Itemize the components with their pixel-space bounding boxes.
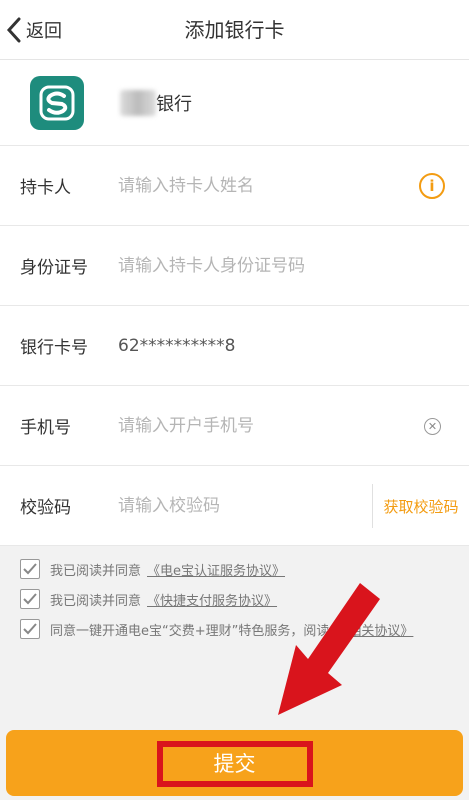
holder-label: 持卡人 xyxy=(20,178,71,198)
agreements: 我已阅读并同意 《电e宝认证服务协议》 我已阅读并同意 《快捷支付服务协议》 同… xyxy=(0,546,469,644)
clear-icon[interactable]: ✕ xyxy=(424,418,441,435)
agreement-link[interactable]: 《电e宝认证服务协议》 xyxy=(147,560,285,579)
agreement-text: 我已阅读并同意 xyxy=(50,593,142,609)
phone-label: 手机号 xyxy=(20,418,71,438)
checkbox-checked[interactable] xyxy=(20,619,40,639)
agreement-item: 我已阅读并同意 《快捷支付服务协议》 xyxy=(0,584,469,614)
code-label: 校验码 xyxy=(20,498,71,518)
back-label: 返回 xyxy=(26,21,62,42)
get-code-button[interactable]: 获取校验码 xyxy=(372,484,469,528)
id-field: 身份证号 xyxy=(0,226,469,306)
bank-name: 中国银行 xyxy=(120,89,192,116)
card-label: 银行卡号 xyxy=(20,338,88,358)
card-number-value[interactable]: 62**********8 xyxy=(118,336,235,356)
back-button[interactable]: 返回 xyxy=(6,14,62,46)
checkbox-checked[interactable] xyxy=(20,559,40,579)
header: 返回 添加银行卡 xyxy=(0,0,469,60)
agreement-text: 我已阅读并同意 xyxy=(50,563,142,579)
chevron-left-icon xyxy=(6,17,21,43)
holder-field: 持卡人 i xyxy=(0,146,469,226)
agreement-item: 我已阅读并同意 《电e宝认证服务协议》 xyxy=(0,554,469,584)
page-title: 添加银行卡 xyxy=(184,18,285,42)
agreement-link[interactable]: 《快捷支付服务协议》 xyxy=(147,590,277,609)
check-icon xyxy=(23,593,37,605)
phone-field: 手机号 ✕ xyxy=(0,386,469,466)
id-input[interactable] xyxy=(118,226,469,305)
bank-row[interactable]: 中国银行 xyxy=(0,60,469,146)
checkbox-checked[interactable] xyxy=(20,589,40,609)
bank-name-blurred: 中国 xyxy=(120,89,156,116)
id-label: 身份证号 xyxy=(20,258,88,278)
bank-logo-icon xyxy=(30,75,84,130)
phone-input[interactable] xyxy=(118,386,469,465)
agreement-item: 同意一键开通电e宝“交费+理财”特色服务，阅读 《相关协议》 xyxy=(0,614,469,644)
card-field: 银行卡号 62**********8 xyxy=(0,306,469,386)
submit-button[interactable]: 提交 xyxy=(6,730,463,796)
code-field: 校验码 获取校验码 xyxy=(0,466,469,546)
info-icon[interactable]: i xyxy=(419,173,445,199)
agreement-text: 同意一键开通电e宝“交费+理财”特色服务，阅读 xyxy=(50,623,330,639)
submit-area: 提交 xyxy=(6,730,463,796)
check-icon xyxy=(23,563,37,575)
agreement-link[interactable]: 《相关协议》 xyxy=(335,620,413,639)
holder-input[interactable] xyxy=(118,146,469,225)
check-icon xyxy=(23,623,37,635)
